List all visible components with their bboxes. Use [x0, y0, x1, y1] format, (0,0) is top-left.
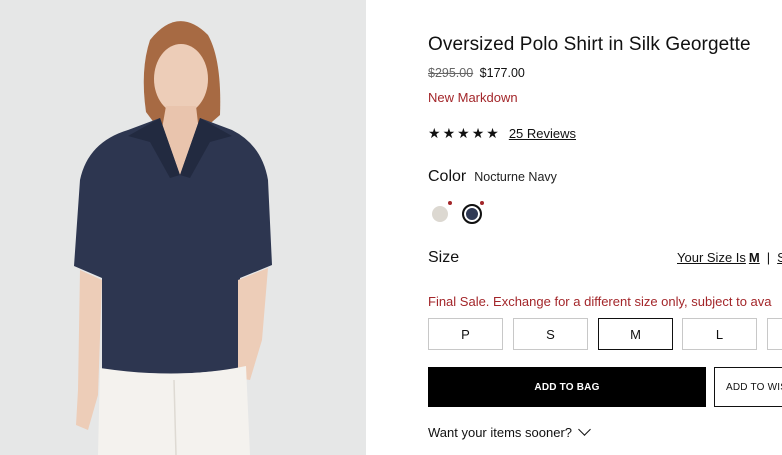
final-sale-note: Final Sale. Exchange for a different siz…	[428, 294, 772, 309]
size-links: Your Size Is M | S	[677, 250, 782, 265]
size-option-xl[interactable]	[767, 318, 782, 350]
color-label: Color	[428, 168, 467, 185]
rating-stars: ★ ★ ★ ★ ★	[428, 126, 499, 140]
swatch-navy-wrapper	[462, 201, 486, 225]
star-icon: ★	[486, 125, 499, 141]
star-icon: ★	[428, 125, 441, 141]
size-option-s[interactable]: S	[513, 318, 588, 350]
your-size-value: M	[748, 250, 760, 265]
sale-dot-icon	[448, 201, 452, 205]
selected-color-name: Nocturne Navy	[474, 170, 557, 184]
product-image[interactable]	[0, 0, 366, 455]
star-icon: ★	[471, 125, 485, 141]
price-row: $295.00 $177.00	[428, 66, 525, 80]
markdown-label: New Markdown	[428, 90, 518, 105]
your-size-prefix: Your Size Is	[677, 250, 746, 265]
product-photo-illustration	[0, 0, 366, 455]
product-details: Oversized Polo Shirt in Silk Georgette $…	[428, 0, 782, 455]
color-swatch-nocturne-navy[interactable]	[462, 204, 482, 224]
size-label: Size	[428, 249, 460, 266]
chevron-down-icon	[578, 423, 591, 436]
add-to-bag-button[interactable]: ADD TO BAG	[428, 367, 706, 407]
star-icon: ★	[442, 125, 456, 141]
your-size-link[interactable]: Your Size Is M	[677, 250, 760, 265]
size-option-p[interactable]: P	[428, 318, 503, 350]
size-option-l[interactable]: L	[682, 318, 757, 350]
size-option-m[interactable]: M	[598, 318, 673, 350]
swatch-ivory-wrapper	[430, 201, 454, 225]
rating-row: ★ ★ ★ ★ ★ 25 Reviews	[428, 124, 576, 142]
sale-dot-icon	[480, 201, 484, 205]
product-title: Oversized Polo Shirt in Silk Georgette	[428, 34, 751, 55]
star-icon: ★	[457, 125, 470, 141]
delivery-options-toggle[interactable]: Want your items sooner?	[428, 423, 591, 440]
size-links-separator: |	[766, 250, 771, 265]
delivery-options-label: Want your items sooner?	[428, 425, 573, 440]
reviews-link[interactable]: 25 Reviews	[509, 126, 576, 141]
original-price: $295.00	[428, 66, 474, 80]
add-to-wishlist-button[interactable]: ADD TO WIS	[714, 367, 782, 407]
color-row: Color Nocturne Navy	[428, 168, 557, 186]
color-swatch-ivory[interactable]	[432, 206, 448, 222]
sale-price: $177.00	[479, 66, 525, 80]
size-guide-link[interactable]: S	[777, 250, 782, 265]
